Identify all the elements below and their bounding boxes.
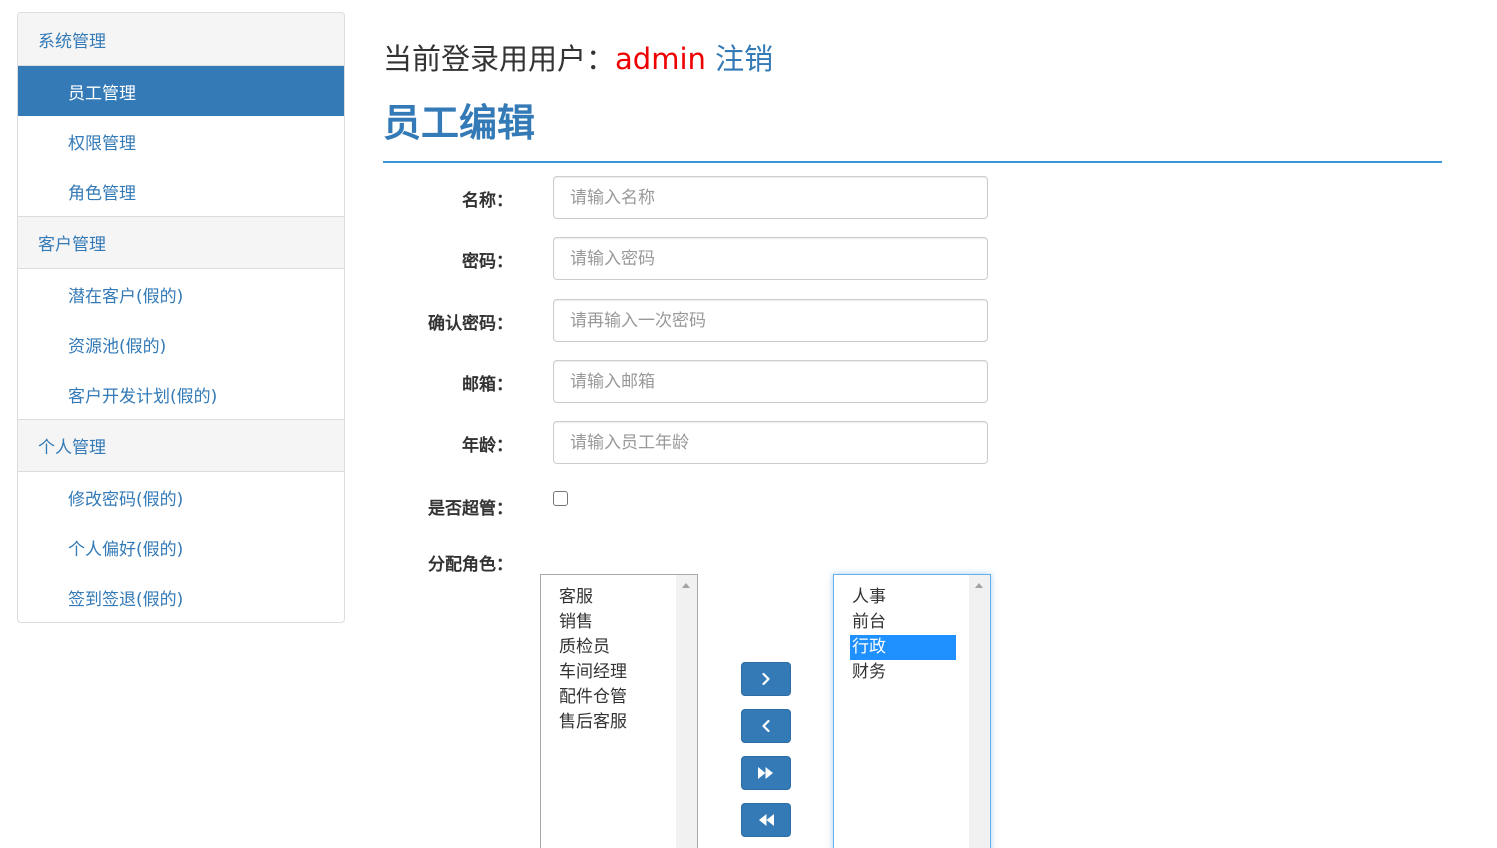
sidebar-item-change-password[interactable]: 修改密码(假的) xyxy=(18,472,344,522)
assigned-roles-listbox[interactable]: 人事 前台 行政 财务 xyxy=(833,574,991,848)
form-row-password: 密码： xyxy=(383,237,1003,280)
logout-link[interactable]: 注销 xyxy=(715,42,773,76)
form-row-name: 名称： xyxy=(383,176,1003,219)
chevron-right-icon xyxy=(762,672,770,686)
assigned-role-option-selected[interactable]: 行政 xyxy=(850,635,956,660)
form-row-email: 邮箱： xyxy=(383,360,1003,403)
sidebar-item-role-management[interactable]: 角色管理 xyxy=(18,166,344,216)
page-title: 员工编辑 xyxy=(383,101,536,145)
name-label: 名称： xyxy=(462,191,513,211)
move-left-button[interactable] xyxy=(741,709,791,743)
assigned-roles-options: 人事 前台 行政 财务 xyxy=(850,585,956,685)
available-roles-listbox[interactable]: 客服 销售 质检员 车间经理 配件仓管 售后客服 xyxy=(540,574,698,848)
login-status: 当前登录用用户：admin 注销 xyxy=(383,36,773,78)
double-backward-icon xyxy=(759,814,774,826)
sidebar-group-system-body: 员工管理 权限管理 角色管理 xyxy=(18,66,344,216)
title-divider xyxy=(383,161,1442,163)
roles-label: 分配角色： xyxy=(428,555,513,575)
login-prefix: 当前登录用用户： xyxy=(383,42,616,76)
confirm-password-input[interactable] xyxy=(553,299,988,342)
available-role-option[interactable]: 配件仓管 xyxy=(557,685,663,710)
age-label: 年龄： xyxy=(462,436,513,456)
is-admin-checkbox[interactable] xyxy=(553,491,568,506)
assigned-roles-scrollbar[interactable] xyxy=(969,575,990,848)
sidebar-group-customer-body: 潜在客户(假的) 资源池(假的) 客户开发计划(假的) xyxy=(18,269,344,419)
scroll-up-arrow-icon[interactable] xyxy=(975,583,983,588)
sidebar-group-personal[interactable]: 个人管理 xyxy=(18,419,344,472)
double-forward-icon xyxy=(758,767,773,779)
form-row-age: 年龄： xyxy=(383,421,1003,464)
email-label: 邮箱： xyxy=(462,375,513,395)
assigned-role-option[interactable]: 前台 xyxy=(850,610,956,635)
available-roles-scrollbar[interactable] xyxy=(676,575,697,848)
available-role-option[interactable]: 客服 xyxy=(557,585,663,610)
sidebar: 系统管理 员工管理 权限管理 角色管理 客户管理 潜在客户(假的) 资源池(假的… xyxy=(17,12,345,623)
password-label: 密码： xyxy=(462,252,513,272)
sidebar-item-resource-pool[interactable]: 资源池(假的) xyxy=(18,319,344,369)
name-input[interactable] xyxy=(553,176,988,219)
assigned-role-option[interactable]: 人事 xyxy=(850,585,956,610)
move-right-button[interactable] xyxy=(741,662,791,696)
sidebar-group-system[interactable]: 系统管理 xyxy=(18,13,344,66)
sidebar-group-customer[interactable]: 客户管理 xyxy=(18,216,344,269)
assigned-role-option[interactable]: 财务 xyxy=(850,660,956,685)
sidebar-group-personal-body: 修改密码(假的) 个人偏好(假的) 签到签退(假的) xyxy=(18,472,344,622)
sidebar-item-potential-customers[interactable]: 潜在客户(假的) xyxy=(18,269,344,319)
move-all-left-button[interactable] xyxy=(741,803,791,837)
form-row-is-admin: 是否超管： xyxy=(383,486,1003,529)
password-input[interactable] xyxy=(553,237,988,280)
available-role-option[interactable]: 车间经理 xyxy=(557,660,663,685)
sidebar-item-preferences[interactable]: 个人偏好(假的) xyxy=(18,522,344,572)
sidebar-item-check-in-out[interactable]: 签到签退(假的) xyxy=(18,572,344,622)
email-input[interactable] xyxy=(553,360,988,403)
form-row-confirm-password: 确认密码： xyxy=(383,299,1003,342)
available-role-option[interactable]: 质检员 xyxy=(557,635,663,660)
chevron-left-icon xyxy=(762,719,770,733)
available-role-option[interactable]: 售后客服 xyxy=(557,710,663,735)
current-username: admin xyxy=(615,42,706,76)
sidebar-item-customer-dev-plan[interactable]: 客户开发计划(假的) xyxy=(18,369,344,419)
scroll-up-arrow-icon[interactable] xyxy=(682,583,690,588)
sidebar-item-employee-management[interactable]: 员工管理 xyxy=(18,66,344,116)
confirm-password-label: 确认密码： xyxy=(428,314,513,334)
age-input[interactable] xyxy=(553,421,988,464)
is-admin-label: 是否超管： xyxy=(428,499,513,519)
sidebar-item-permission-management[interactable]: 权限管理 xyxy=(18,116,344,166)
available-roles-options: 客服 销售 质检员 车间经理 配件仓管 售后客服 xyxy=(557,585,663,735)
move-all-right-button[interactable] xyxy=(741,756,791,790)
available-role-option[interactable]: 销售 xyxy=(557,610,663,635)
